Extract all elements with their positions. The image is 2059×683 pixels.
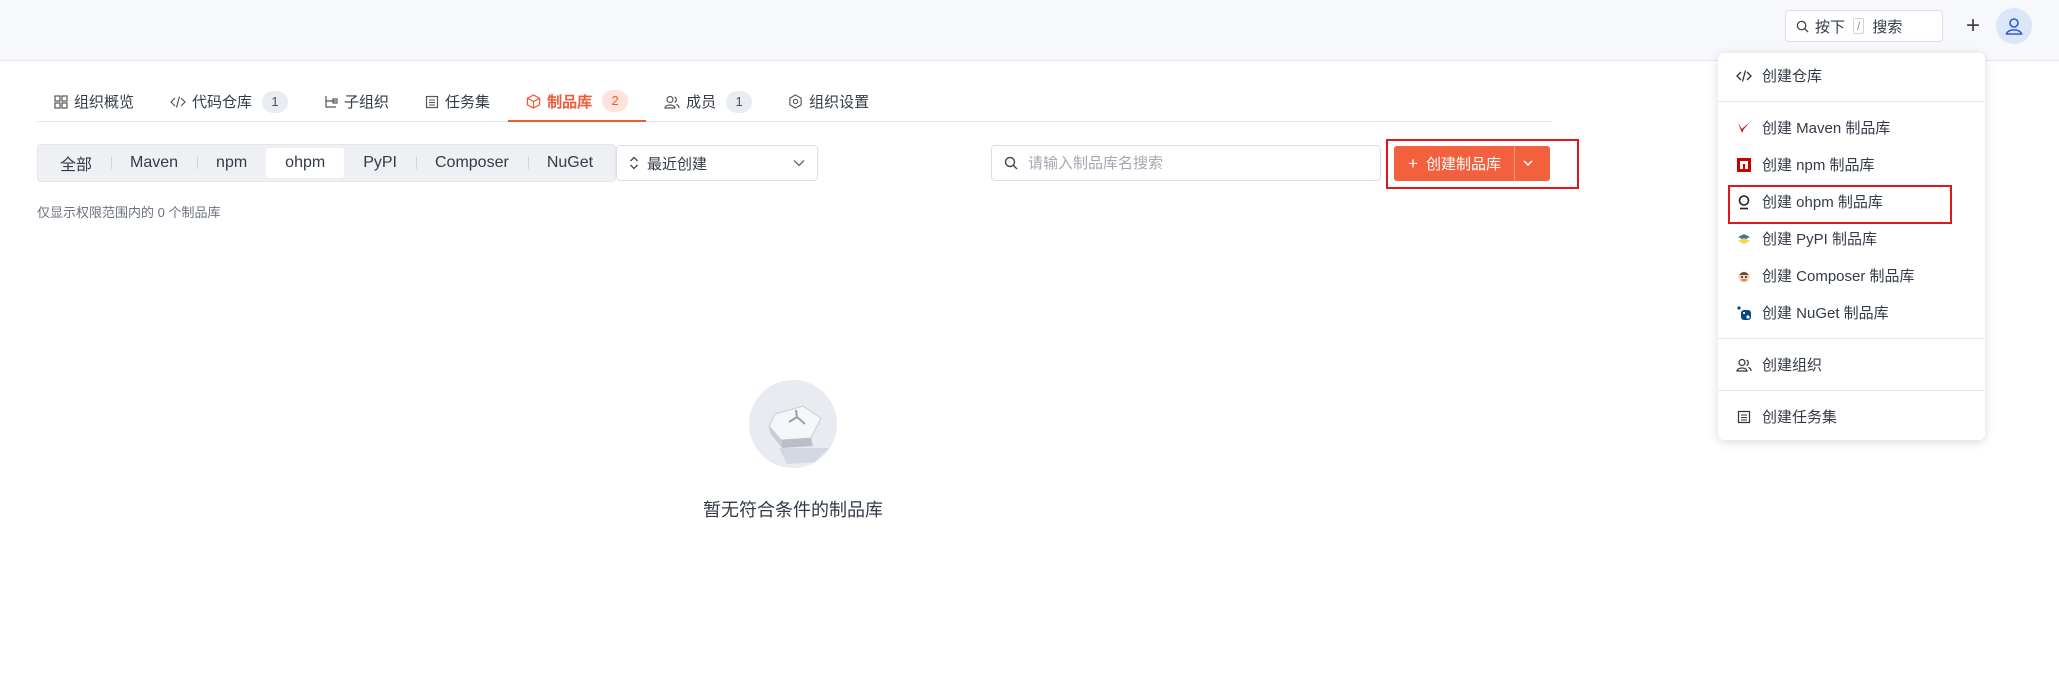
settings-icon bbox=[789, 94, 802, 109]
tab-artifacts[interactable]: 制品库 2 bbox=[508, 82, 647, 122]
npm-icon bbox=[1737, 157, 1751, 172]
search-icon bbox=[1004, 156, 1018, 170]
grid-icon bbox=[54, 94, 68, 109]
filter-npm[interactable]: npm bbox=[197, 148, 266, 178]
user-icon bbox=[2005, 18, 2023, 35]
shortcut-prefix: 按下 bbox=[1815, 18, 1846, 36]
create-artifact-repo-button[interactable]: + 创建制品库 bbox=[1394, 146, 1550, 181]
artifact-search bbox=[991, 145, 1381, 181]
filter-pypi[interactable]: PyPI bbox=[344, 148, 416, 178]
tab-count: 2 bbox=[602, 90, 629, 112]
members-icon bbox=[664, 95, 680, 109]
plus-icon[interactable]: + bbox=[1958, 11, 1988, 41]
tab-label: 成员 bbox=[686, 94, 717, 111]
package-icon bbox=[526, 93, 541, 109]
top-bar: 按下 / 搜索 + bbox=[0, 0, 2059, 61]
filter-composer[interactable]: Composer bbox=[416, 148, 528, 178]
tab-org-settings[interactable]: 组织设置 bbox=[770, 82, 887, 121]
sort-icon bbox=[630, 156, 638, 170]
menu-item-label: 创建组织 bbox=[1762, 357, 1823, 374]
code-icon bbox=[1736, 69, 1752, 82]
members-icon bbox=[1736, 358, 1752, 372]
shortcut-suffix: 搜索 bbox=[1872, 18, 1903, 36]
sort-value: 最近创建 bbox=[647, 155, 708, 173]
menu-item-label: 创建 npm 制品库 bbox=[1762, 157, 1875, 174]
tab-count: 1 bbox=[262, 90, 289, 113]
sort-select[interactable]: 最近创建 bbox=[616, 145, 818, 181]
tab-label: 制品库 bbox=[547, 93, 593, 111]
filter-nuget[interactable]: NuGet bbox=[527, 148, 612, 178]
scope-note: 仅显示权限范围内的 0 个制品库 bbox=[37, 205, 221, 220]
nuget-icon bbox=[1737, 305, 1751, 320]
menu-item-label: 创建任务集 bbox=[1762, 409, 1838, 426]
pypi-icon bbox=[1738, 233, 1750, 244]
menu-item-create-pypi[interactable]: 创建 PyPI 制品库 bbox=[1718, 220, 1985, 257]
menu-item-label: 创建 PyPI 制品库 bbox=[1762, 231, 1878, 248]
menu-item-label: 创建 Composer 制品库 bbox=[1762, 268, 1915, 285]
tab-code-repos[interactable]: 代码仓库 1 bbox=[152, 82, 306, 121]
menu-divider bbox=[1718, 338, 1985, 339]
composer-icon bbox=[1738, 271, 1750, 282]
search-input[interactable] bbox=[1028, 154, 1358, 172]
menu-item-label: 创建 Maven 制品库 bbox=[1762, 120, 1891, 137]
tab-members[interactable]: 成员 1 bbox=[646, 82, 770, 121]
chevron-down-icon bbox=[793, 160, 805, 167]
shortcut-key: / bbox=[1853, 18, 1865, 34]
maven-icon bbox=[1738, 121, 1750, 133]
menu-divider bbox=[1718, 390, 1985, 391]
menu-item-create-repo[interactable]: 创建仓库 bbox=[1718, 57, 1985, 94]
tab-overview[interactable]: 组织概览 bbox=[37, 82, 152, 121]
create-dropdown-menu: 创建仓库 创建 Maven 制品库 创建 npm 制品库 创建 ohpm 制品库… bbox=[1718, 53, 1985, 440]
menu-item-create-nuget[interactable]: 创建 NuGet 制品库 bbox=[1718, 294, 1985, 331]
menu-item-create-org[interactable]: 创建组织 bbox=[1718, 346, 1985, 383]
artifact-type-filter: 全部 Maven npm ohpm PyPI Composer NuGet bbox=[37, 144, 617, 182]
list-icon bbox=[1737, 410, 1751, 423]
avatar[interactable] bbox=[1996, 8, 2032, 44]
tab-label: 组织设置 bbox=[809, 94, 870, 111]
empty-state-icon bbox=[749, 380, 837, 468]
highlight-ohpm-item bbox=[1728, 185, 1952, 224]
search-shortcut-hint[interactable]: 按下 / 搜索 bbox=[1785, 10, 1943, 42]
tab-count: 1 bbox=[726, 90, 753, 113]
filter-maven[interactable]: Maven bbox=[111, 148, 197, 178]
tab-tasksets[interactable]: 任务集 bbox=[407, 82, 508, 121]
org-tabs: 组织概览 代码仓库 1 子组织 任务集 制品库 2 成员 1 组织设置 bbox=[37, 82, 1552, 122]
tab-sub-orgs[interactable]: 子组织 bbox=[306, 82, 407, 121]
create-button-label: 创建制品库 bbox=[1425, 156, 1501, 173]
filter-ohpm[interactable]: ohpm bbox=[266, 148, 345, 178]
plus-icon: + bbox=[1408, 153, 1418, 173]
search-icon bbox=[1796, 20, 1809, 33]
list-icon bbox=[425, 95, 439, 108]
menu-divider bbox=[1718, 101, 1985, 102]
menu-item-label: 创建 NuGet 制品库 bbox=[1762, 305, 1889, 322]
sub-org-icon bbox=[325, 95, 338, 108]
tab-label: 任务集 bbox=[445, 94, 491, 111]
tab-label: 子组织 bbox=[344, 94, 390, 111]
tab-label: 组织概览 bbox=[74, 94, 135, 111]
chevron-down-icon[interactable] bbox=[1522, 155, 1534, 171]
menu-item-label: 创建仓库 bbox=[1762, 68, 1823, 85]
tab-label: 代码仓库 bbox=[192, 94, 253, 111]
button-divider bbox=[1514, 146, 1515, 181]
menu-item-create-taskset[interactable]: 创建任务集 bbox=[1718, 398, 1985, 435]
filter-all[interactable]: 全部 bbox=[41, 148, 111, 178]
menu-item-create-composer[interactable]: 创建 Composer 制品库 bbox=[1718, 257, 1985, 294]
empty-state-text: 暂无符合条件的制品库 bbox=[703, 500, 883, 520]
menu-item-create-maven[interactable]: 创建 Maven 制品库 bbox=[1718, 109, 1985, 146]
code-icon bbox=[170, 95, 186, 108]
menu-item-create-npm[interactable]: 创建 npm 制品库 bbox=[1718, 146, 1985, 183]
